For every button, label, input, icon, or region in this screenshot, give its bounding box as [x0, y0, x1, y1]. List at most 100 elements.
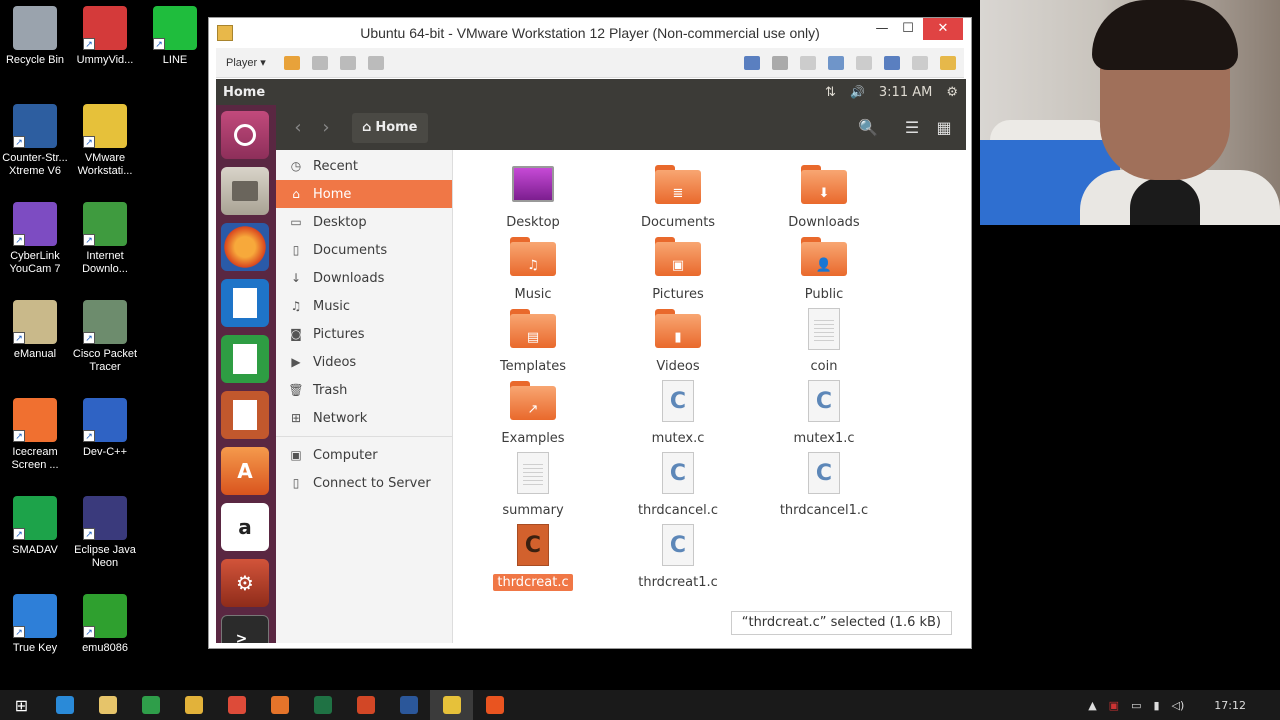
taskbar-firefox-button[interactable]	[258, 690, 301, 720]
desktop-icon[interactable]: ↗ LINE	[140, 6, 210, 67]
software-center-icon[interactable]: A	[221, 447, 269, 495]
file-item[interactable]: Cthrdcreat.c	[483, 522, 583, 591]
tray-monitor-icon[interactable]: ▭	[1131, 699, 1141, 712]
desktop-icon[interactable]: ↗ Eclipse Java Neon	[70, 496, 140, 570]
desktop-icon[interactable]: ↗ UmmyVid...	[70, 6, 140, 67]
device-cd-icon[interactable]	[800, 55, 816, 70]
device-display-icon[interactable]	[912, 55, 928, 70]
files-launcher-icon[interactable]	[221, 167, 269, 215]
desktop-icon[interactable]: ↗ Counter-Str... Xtreme V6	[0, 104, 70, 178]
sidebar-item-documents[interactable]: ▯ Documents	[276, 236, 452, 264]
file-item[interactable]: ⬇ Downloads	[774, 162, 874, 231]
sidebar-item-connect-to-server[interactable]: ▯ Connect to Server	[276, 469, 452, 497]
desktop-icon[interactable]: ↗ eManual	[0, 300, 70, 361]
file-item[interactable]: ▤ Templates	[483, 306, 583, 375]
taskbar-green-app-button[interactable]	[129, 690, 172, 720]
desktop-icon[interactable]: ↗ emu8086	[70, 594, 140, 655]
pause-icon[interactable]	[283, 55, 300, 70]
taskbar-word-button[interactable]	[387, 690, 430, 720]
sidebar-item-computer[interactable]: ▣ Computer	[276, 441, 452, 469]
desktop-icon[interactable]: ↗ True Key	[0, 594, 70, 655]
desktop-icon[interactable]: ↗ Cisco Packet Tracer	[70, 300, 140, 374]
taskbar-clock[interactable]: 17:12	[1214, 699, 1246, 712]
file-item[interactable]: ▮ Videos	[628, 306, 728, 375]
device-hdd-icon[interactable]	[772, 55, 788, 70]
device-usb-icon[interactable]	[856, 55, 872, 70]
desktop-icon[interactable]: Recycle Bin	[0, 6, 70, 67]
writer-launcher-icon[interactable]	[221, 279, 269, 327]
player-menu-button[interactable]: Player ▾	[220, 54, 272, 71]
calc-launcher-icon[interactable]	[221, 335, 269, 383]
taskbar-ubuntu-button[interactable]	[473, 690, 516, 720]
taskbar-chrome-button[interactable]	[172, 690, 215, 720]
taskbar-vmware-button[interactable]	[430, 690, 473, 720]
taskbar-chrome-2-button[interactable]	[215, 690, 258, 720]
maximize-button[interactable]: ☐	[895, 18, 921, 40]
sidebar-item-music[interactable]: ♫ Music	[276, 292, 452, 320]
tray-overflow-icon[interactable]: ▲	[1088, 699, 1096, 712]
vmware-title-bar[interactable]: Ubuntu 64-bit - VMware Workstation 12 Pl…	[209, 18, 971, 48]
close-button[interactable]: ✕	[923, 18, 963, 40]
file-item[interactable]: Cthrdcreat1.c	[628, 522, 728, 591]
back-button[interactable]: ‹	[284, 114, 312, 142]
volume-indicator-icon[interactable]: 🔊	[850, 85, 865, 99]
taskbar-internet-explorer-button[interactable]	[43, 690, 86, 720]
tray-volume-icon[interactable]: ◁)	[1172, 699, 1185, 712]
desktop-icon[interactable]: ↗ CyberLink YouCam 7	[0, 202, 70, 276]
sidebar-item-downloads[interactable]: ↓ Downloads	[276, 264, 452, 292]
terminal-launcher-icon[interactable]: >_	[221, 615, 269, 643]
firefox-launcher-icon[interactable]	[221, 223, 269, 271]
file-item[interactable]: Cmutex.c	[628, 378, 728, 447]
file-item[interactable]: Cthrdcancel.c	[628, 450, 728, 519]
taskbar-powerpoint-button[interactable]	[344, 690, 387, 720]
send-ctrl-alt-del-icon[interactable]	[311, 55, 328, 70]
file-item[interactable]: summary	[483, 450, 583, 519]
shared-folder-icon[interactable]	[940, 55, 956, 70]
grid-view-icon[interactable]: ▦	[930, 114, 958, 142]
forward-button[interactable]: ›	[312, 114, 340, 142]
tray-app-icon[interactable]: ▣	[1109, 699, 1119, 712]
device-sound-icon[interactable]	[884, 55, 900, 70]
file-item[interactable]: 👤 Public	[774, 234, 874, 303]
sidebar-item-network[interactable]: ⊞ Network	[276, 404, 452, 432]
sidebar-item-recent[interactable]: ◷ Recent	[276, 152, 452, 180]
amazon-launcher-icon[interactable]: a	[221, 503, 269, 551]
file-item[interactable]: Desktop	[483, 162, 583, 231]
list-view-icon[interactable]: ☰	[898, 114, 926, 142]
system-settings-icon[interactable]: ⚙	[221, 559, 269, 607]
tray-network-icon[interactable]: ▮	[1153, 699, 1159, 712]
sidebar-item-desktop[interactable]: ▭ Desktop	[276, 208, 452, 236]
desktop-icon[interactable]: ↗ Internet Downlo...	[70, 202, 140, 276]
file-item[interactable]: ≣ Documents	[628, 162, 728, 231]
file-item[interactable]: ♫ Music	[483, 234, 583, 303]
file-item[interactable]: ↗ Examples	[483, 378, 583, 447]
device-network-icon[interactable]	[828, 55, 844, 70]
sidebar-item-videos[interactable]: ▶ Videos	[276, 348, 452, 376]
sidebar-item-pictures[interactable]: ◙ Pictures	[276, 320, 452, 348]
file-item[interactable]: Cmutex1.c	[774, 378, 874, 447]
desktop-icon[interactable]: ↗ VMware Workstati...	[70, 104, 140, 178]
desktop-icon[interactable]: ↗ Dev-C++	[70, 398, 140, 459]
taskbar-excel-button[interactable]	[301, 690, 344, 720]
impress-launcher-icon[interactable]	[221, 391, 269, 439]
path-bar-home-button[interactable]: ⌂ Home	[352, 112, 428, 143]
desktop-icon[interactable]: ↗ Icecream Screen ...	[0, 398, 70, 472]
fullscreen-icon[interactable]	[339, 55, 356, 70]
sidebar-item-trash[interactable]: 🗑 Trash	[276, 376, 452, 404]
start-button[interactable]: ⊞	[0, 690, 43, 720]
file-item[interactable]: coin	[774, 306, 874, 375]
minimize-button[interactable]: —	[869, 18, 895, 40]
unity-icon[interactable]	[367, 55, 384, 70]
search-icon[interactable]: 🔍	[854, 114, 882, 142]
dash-home-icon[interactable]	[221, 111, 269, 159]
taskbar-file-explorer-button[interactable]	[86, 690, 129, 720]
file-item[interactable]: ▣ Pictures	[628, 234, 728, 303]
desktop-icon[interactable]: ↗ SMADAV	[0, 496, 70, 557]
sidebar-item-home[interactable]: ⌂ Home	[276, 180, 452, 208]
c-file-page: C	[662, 452, 694, 494]
file-item[interactable]: Cthrdcancel1.c	[774, 450, 874, 519]
session-gear-icon[interactable]: ⚙	[946, 85, 958, 100]
device-printer-icon[interactable]	[744, 55, 760, 70]
network-indicator-icon[interactable]: ⇅	[825, 85, 836, 100]
clock-indicator[interactable]: 3:11 AM	[879, 85, 932, 100]
